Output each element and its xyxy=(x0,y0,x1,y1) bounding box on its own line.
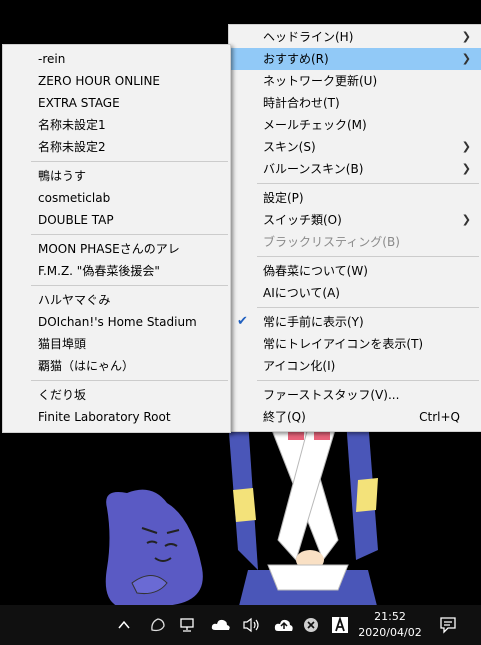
checkmark-icon: ✔ xyxy=(237,314,248,329)
menu-item-first-staff[interactable]: ファーストスタッフ(V)... xyxy=(229,384,481,406)
submenu-item[interactable]: 覇猫（はにゃん） xyxy=(3,355,230,377)
shortcut-label: Ctrl+Q xyxy=(419,410,460,424)
submenu-item[interactable]: EXTRA STAGE xyxy=(3,92,230,114)
girl-character[interactable] xyxy=(228,420,388,610)
upload-cloud-icon[interactable] xyxy=(272,613,296,637)
submenu-item[interactable]: MOON PHASEさんのアレ xyxy=(3,238,230,260)
chevron-right-icon: ❯ xyxy=(461,52,471,65)
menu-separator xyxy=(257,183,479,184)
submenu-item[interactable]: -rein xyxy=(3,48,230,70)
submenu-item[interactable]: ハルヤマぐみ xyxy=(3,289,230,311)
submenu-item[interactable]: くだり坂 xyxy=(3,384,230,406)
menu-item-headline[interactable]: ヘッドライン(H) ❯ xyxy=(229,26,481,48)
bird-icon[interactable] xyxy=(146,613,170,637)
menu-item-settings[interactable]: 設定(P) xyxy=(229,187,481,209)
menu-separator xyxy=(31,285,228,286)
clock[interactable]: 21:52 2020/04/02 xyxy=(358,609,422,641)
taskbar: 21:52 2020/04/02 xyxy=(0,605,481,645)
menu-separator xyxy=(31,161,228,162)
network-icon[interactable] xyxy=(176,613,200,637)
submenu-item[interactable]: 猫目埠頭 xyxy=(3,333,230,355)
close-circle-icon[interactable] xyxy=(299,613,323,637)
submenu-item[interactable]: F.M.Z. "偽春菜後援会" xyxy=(3,260,230,282)
menu-separator xyxy=(31,380,228,381)
chevron-right-icon: ❯ xyxy=(461,162,471,175)
chevron-right-icon: ❯ xyxy=(461,213,471,226)
chevron-right-icon: ❯ xyxy=(461,140,471,153)
menu-item-mail-check[interactable]: メールチェック(M) xyxy=(229,114,481,136)
main-context-menu: ヘッドライン(H) ❯ おすすめ(R) ❯ ネットワーク更新(U) 時計合わせ(… xyxy=(228,24,481,432)
menu-item-skin[interactable]: スキン(S) ❯ xyxy=(229,136,481,158)
menu-separator xyxy=(257,256,479,257)
menu-separator xyxy=(31,234,228,235)
adobe-icon[interactable] xyxy=(328,613,352,637)
submenu-item[interactable]: DOIchan!'s Home Stadium xyxy=(3,311,230,333)
submenu-item[interactable]: ZERO HOUR ONLINE xyxy=(3,70,230,92)
menu-item-about-ai[interactable]: AIについて(A) xyxy=(229,282,481,304)
menu-item-always-on-top[interactable]: ✔ 常に手前に表示(Y) xyxy=(229,311,481,333)
clock-date: 2020/04/02 xyxy=(358,626,422,639)
blob-character[interactable] xyxy=(97,488,212,606)
menu-item-iconify[interactable]: アイコン化(I) xyxy=(229,355,481,377)
menu-separator xyxy=(257,307,479,308)
submenu-item[interactable]: DOUBLE TAP xyxy=(3,209,230,231)
menu-item-blacklisting: ブラックリスティング(B) xyxy=(263,235,400,249)
clock-time: 21:52 xyxy=(374,610,406,623)
submenu-item[interactable]: 名称未設定1 xyxy=(3,114,230,136)
chevron-right-icon: ❯ xyxy=(461,30,471,43)
menu-item-clock-sync[interactable]: 時計合わせ(T) xyxy=(229,92,481,114)
chevron-up-icon[interactable] xyxy=(112,613,136,637)
notification-icon[interactable] xyxy=(436,613,460,637)
menu-item-always-tray-icon[interactable]: 常にトレイアイコンを表示(T) xyxy=(229,333,481,355)
menu-item-balloon-skin[interactable]: バルーンスキン(B) ❯ xyxy=(229,158,481,180)
menu-item-recommend[interactable]: おすすめ(R) ❯ xyxy=(229,48,481,70)
submenu-item[interactable]: Finite Laboratory Root xyxy=(3,406,230,428)
submenu-item[interactable]: 鴨はうす xyxy=(3,165,230,187)
recommend-submenu: -rein ZERO HOUR ONLINE EXTRA STAGE 名称未設定… xyxy=(2,44,231,433)
submenu-item[interactable]: 名称未設定2 xyxy=(3,136,230,158)
speaker-icon[interactable] xyxy=(240,613,264,637)
submenu-item[interactable]: cosmeticlab xyxy=(3,187,230,209)
cloud-icon[interactable] xyxy=(209,613,233,637)
menu-item-exit[interactable]: 終了(Q) Ctrl+Q xyxy=(229,406,481,428)
menu-item-network-update[interactable]: ネットワーク更新(U) xyxy=(229,70,481,92)
menu-separator xyxy=(257,380,479,381)
menu-item-about-haruna[interactable]: 偽春菜について(W) xyxy=(229,260,481,282)
menu-item-switches[interactable]: スイッチ類(O) ❯ xyxy=(229,209,481,231)
